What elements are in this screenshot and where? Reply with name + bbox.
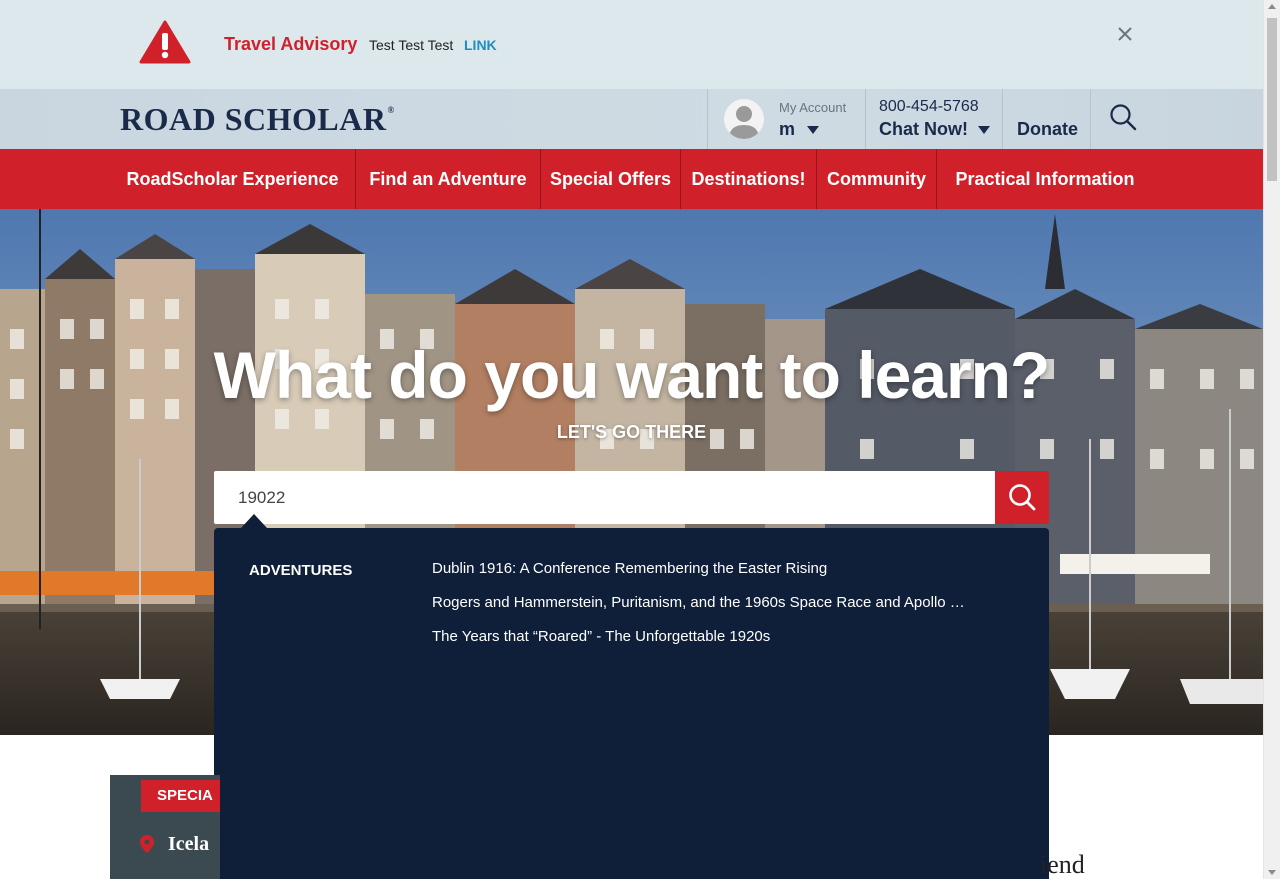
dropdown-pointer xyxy=(241,514,267,528)
suggestion-category: ADVENTURES xyxy=(249,562,353,579)
special-offer-card[interactable]: SPECIA Icela xyxy=(110,775,220,879)
scroll-down-arrow-icon[interactable] xyxy=(1268,870,1276,875)
account-name: m xyxy=(779,119,820,140)
search-suggestions-dropdown: ADVENTURES Dublin 1916: A Conference Rem… xyxy=(214,528,1049,879)
donate-link[interactable]: Donate xyxy=(1017,119,1078,140)
my-account-menu[interactable]: My Account m xyxy=(707,89,866,149)
site-header: ROAD SCHOLAR® My Account m 800-454-5768 … xyxy=(0,89,1263,149)
warning-icon xyxy=(139,20,191,64)
nav-find-an-adventure[interactable]: Find an Adventure xyxy=(356,149,540,209)
nav-destinations[interactable]: Destinations! xyxy=(681,149,816,209)
account-label: My Account xyxy=(779,100,847,115)
hero-subtitle: LET'S GO THERE xyxy=(556,422,707,442)
chat-now-button[interactable]: Chat Now! xyxy=(879,119,990,140)
nav-special-offers[interactable]: Special Offers xyxy=(541,149,680,209)
road-scholar-logo[interactable]: ROAD SCHOLAR® xyxy=(120,101,395,138)
advisory-title: Travel Advisory xyxy=(224,34,358,54)
donate-cell: Donate xyxy=(1002,89,1091,149)
travel-advisory-bar: Travel Advisory Test Test Test LINK xyxy=(0,0,1263,89)
scroll-thumb[interactable] xyxy=(1267,18,1277,181)
header-search[interactable] xyxy=(1090,89,1151,149)
suggestion-item[interactable]: Rogers and Hammerstein, Puritanism, and … xyxy=(432,594,972,611)
advisory-text: Test Test Test xyxy=(369,37,454,53)
close-icon[interactable] xyxy=(1113,22,1137,46)
search-button[interactable] xyxy=(995,471,1049,524)
phone-number[interactable]: 800-454-5768 xyxy=(879,98,979,116)
user-icon xyxy=(729,106,759,139)
logo-text: ROAD SCHOLAR xyxy=(120,101,387,137)
search-icon[interactable] xyxy=(1109,103,1137,131)
account-name-text: m xyxy=(779,119,796,139)
hero-title: What do you want to learn? xyxy=(213,338,1051,412)
advisory-link[interactable]: LINK xyxy=(464,37,497,53)
nav-community[interactable]: Community xyxy=(817,149,936,209)
suggestion-item[interactable]: Dublin 1916: A Conference Remembering th… xyxy=(432,560,972,577)
chevron-down-icon xyxy=(807,126,820,135)
search-icon xyxy=(1009,484,1036,511)
main-navigation: RoadScholar Experience Find an Adventure… xyxy=(0,149,1263,209)
chat-now-label: Chat Now! xyxy=(879,119,968,139)
suggestion-item[interactable]: The Years that “Roared” - The Unforgetta… xyxy=(432,628,972,645)
page-scrollbar[interactable] xyxy=(1263,0,1280,879)
scroll-up-arrow-icon[interactable] xyxy=(1268,4,1276,9)
logo-registered-mark: ® xyxy=(387,105,395,115)
nav-practical-information[interactable]: Practical Information xyxy=(937,149,1153,209)
partial-heading: iend xyxy=(1040,850,1085,879)
nav-roadscholar-experience[interactable]: RoadScholar Experience xyxy=(110,149,355,209)
avatar xyxy=(724,99,764,139)
search-input[interactable] xyxy=(214,471,995,524)
location-pin-icon xyxy=(140,835,154,853)
chevron-down-icon xyxy=(978,126,990,135)
special-badge: SPECIA xyxy=(141,780,220,812)
chat-menu[interactable]: 800-454-5768 Chat Now! xyxy=(865,89,1003,149)
promo-location: Icela xyxy=(168,833,210,855)
